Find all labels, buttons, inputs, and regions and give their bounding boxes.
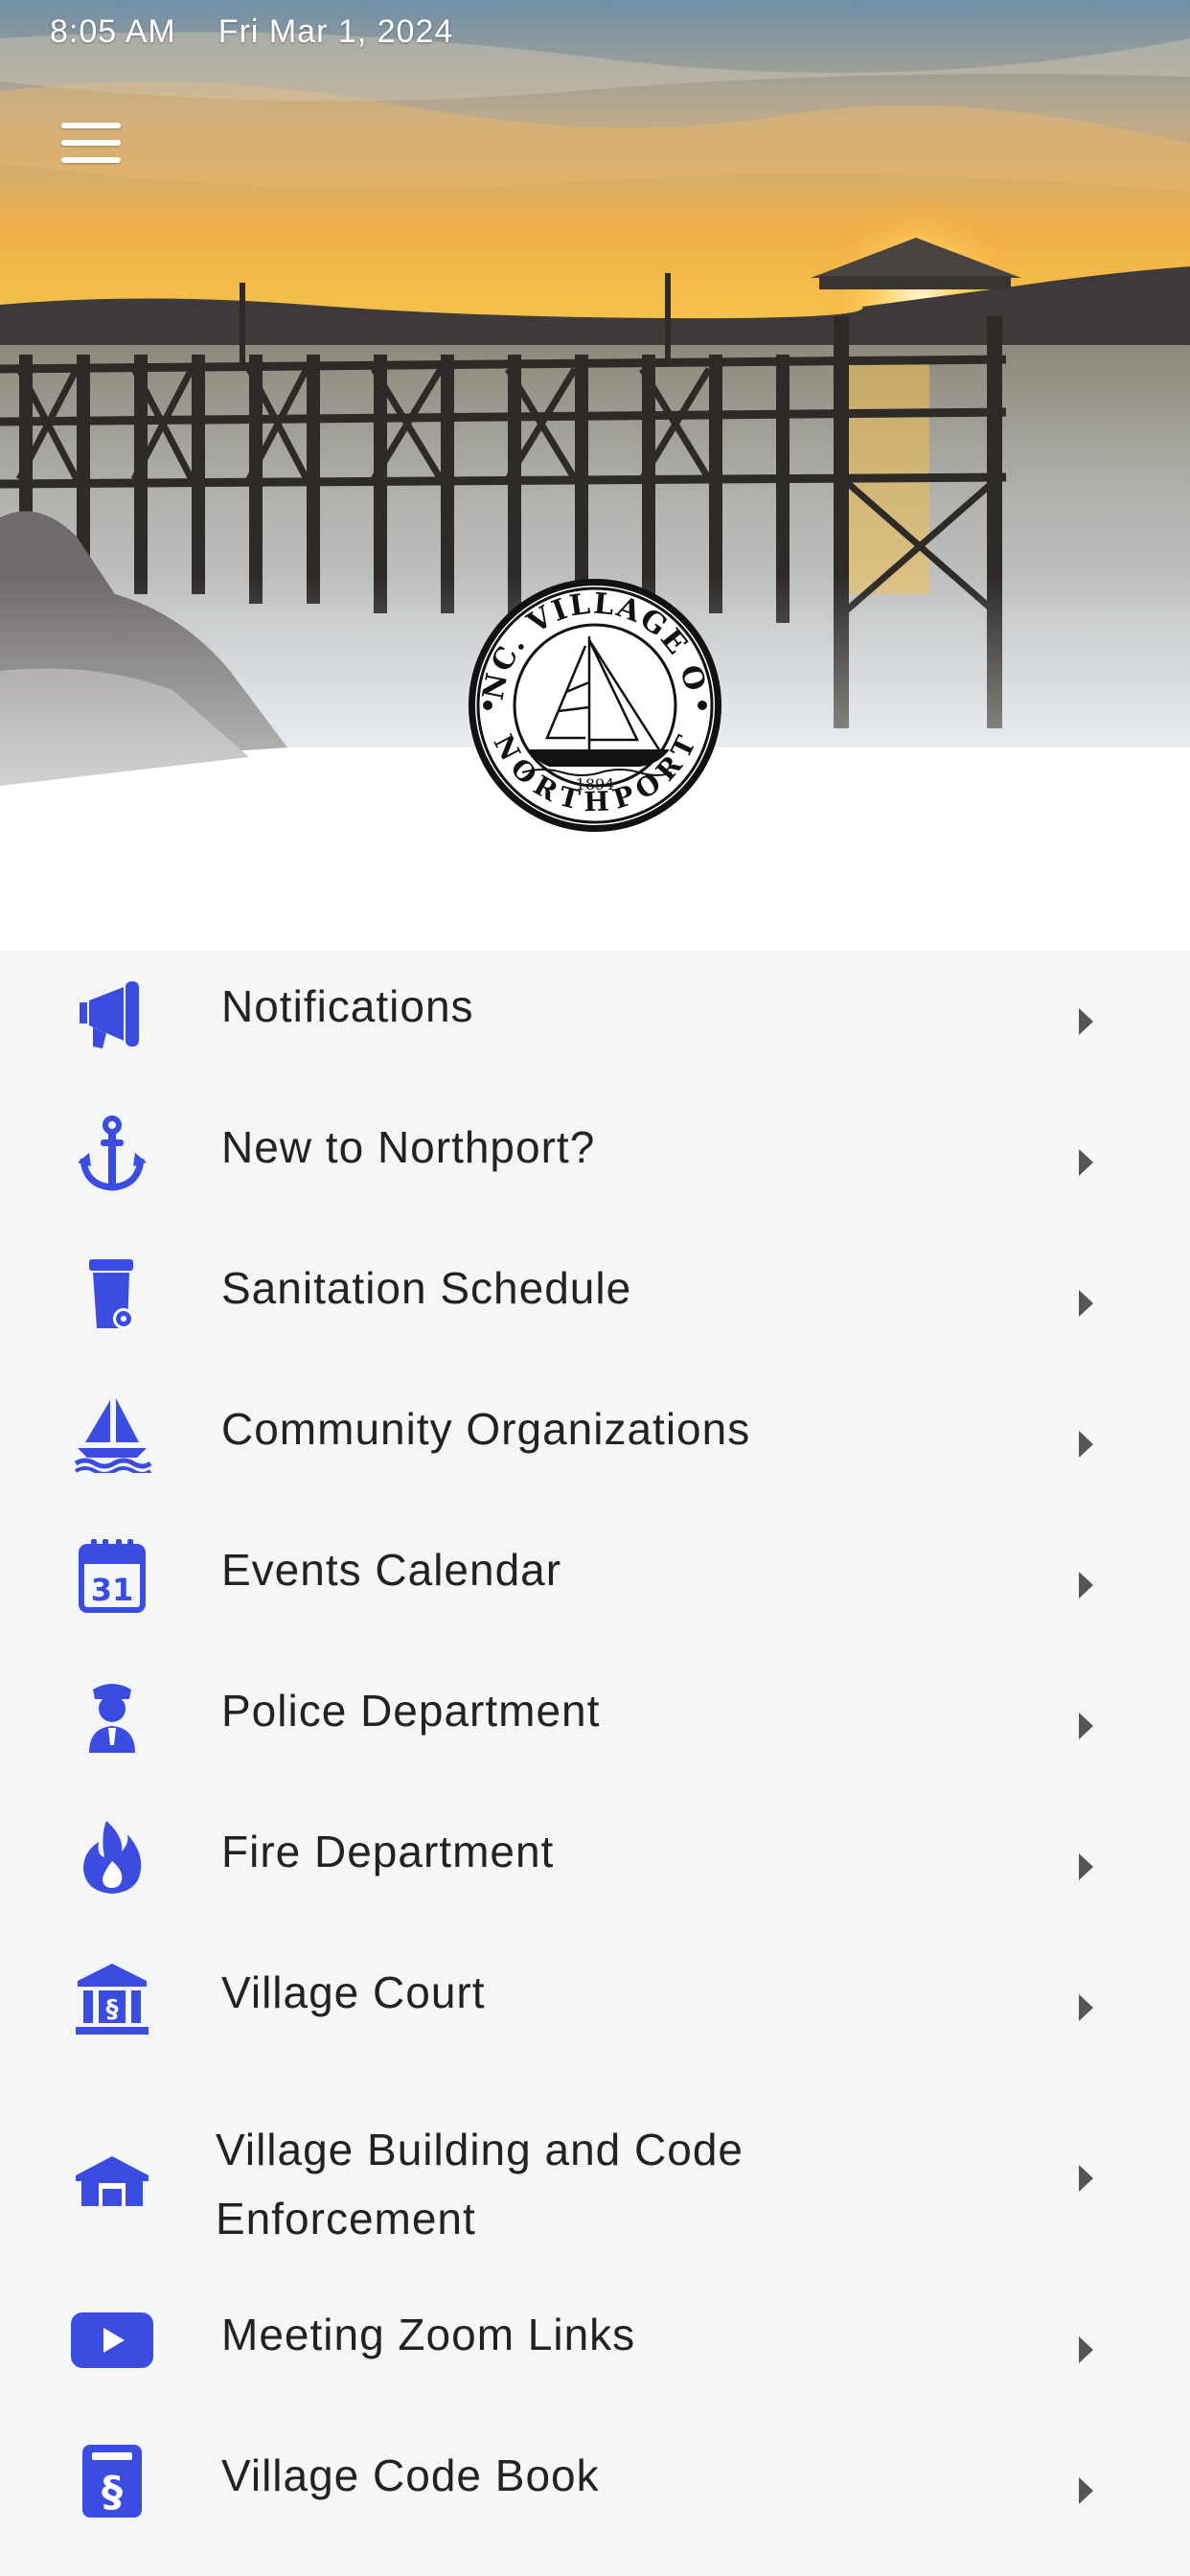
menu-line xyxy=(61,157,121,163)
courthouse-icon: § xyxy=(69,1955,155,2041)
svg-text:1894: 1894 xyxy=(576,775,615,794)
menu-item-label: Community Organizations xyxy=(221,1403,751,1454)
village-seal-logo: INC. VILLAGE OF NORTHPORT 1894 xyxy=(467,577,721,832)
menu-item-label: Village Code Book xyxy=(221,2450,600,2500)
header-banner: 8:05 AM Fri Mar 1, 2024 INC. VILLAGE OF … xyxy=(0,0,1190,951)
menu-item-label: Sanitation Schedule xyxy=(221,1262,632,1313)
chevron-right-icon xyxy=(1079,1571,1093,1598)
menu-item-community-organizations[interactable]: Community Organizations xyxy=(0,1373,1190,1514)
chevron-right-icon xyxy=(1079,1712,1093,1739)
chevron-right-icon xyxy=(1079,2476,1093,2504)
svg-text:§: § xyxy=(106,1995,119,2024)
svg-text:31: 31 xyxy=(91,1572,134,1608)
menu-item-label: Fire Department xyxy=(221,1826,555,1876)
menu-item-new-to-northport[interactable]: New to Northport? xyxy=(0,1092,1190,1232)
status-date: Fri Mar 1, 2024 xyxy=(217,13,454,50)
trash-bin-icon xyxy=(69,1251,155,1337)
menu-item-village-code-book[interactable]: § Village Code Book xyxy=(0,2420,1190,2561)
code-book-icon: § xyxy=(69,2438,155,2524)
megaphone-icon xyxy=(69,969,155,1055)
menu-line xyxy=(61,140,121,146)
chevron-right-icon xyxy=(1079,1007,1093,1035)
building-icon xyxy=(69,2138,155,2224)
menu-item-label: Village Court xyxy=(221,1966,486,2017)
menu-item-label: Meeting Zoom Links xyxy=(221,2309,636,2359)
menu-item-label: Notifications xyxy=(221,980,474,1031)
menu-item-label: Village Building and Code Enforcement xyxy=(216,2125,744,2243)
hamburger-icon[interactable] xyxy=(54,117,130,174)
chevron-right-icon xyxy=(1079,1993,1093,2021)
menu-item-label: Police Department xyxy=(221,1685,601,1736)
svg-text:§: § xyxy=(102,2468,123,2517)
chevron-right-icon xyxy=(1079,1852,1093,1880)
menu-item-village-court[interactable]: § Village Court xyxy=(0,1937,1190,2078)
status-bar: 8:05 AM Fri Mar 1, 2024 xyxy=(50,13,453,51)
menu-item-police-department[interactable]: Police Department xyxy=(0,1655,1190,1796)
menu-item-label: Events Calendar xyxy=(221,1544,562,1595)
menu-item-events-calendar[interactable]: 31 Events Calendar xyxy=(0,1514,1190,1655)
police-officer-icon xyxy=(69,1673,155,1760)
chevron-right-icon xyxy=(1079,2335,1093,2363)
menu-item-fire-department[interactable]: Fire Department xyxy=(0,1796,1190,1937)
video-play-icon xyxy=(69,2297,155,2383)
menu-item-label: New to Northport? xyxy=(221,1121,596,1172)
anchor-icon xyxy=(69,1110,155,1196)
menu-item-notifications[interactable]: Notifications xyxy=(0,951,1190,1092)
menu-item-village-building-code-enforcement[interactable]: Village Building and Code Enforcement xyxy=(0,2078,1190,2279)
status-time: 8:05 AM xyxy=(50,13,176,50)
menu-line xyxy=(61,123,121,128)
menu-item-meeting-zoom-links[interactable]: Meeting Zoom Links xyxy=(0,2279,1190,2420)
chevron-right-icon xyxy=(1079,1289,1093,1317)
chevron-right-icon xyxy=(1079,2165,1093,2192)
chevron-right-icon xyxy=(1079,1148,1093,1176)
calendar-icon: 31 xyxy=(69,1532,155,1619)
fire-icon xyxy=(69,1814,155,1900)
menu-item-sanitation-schedule[interactable]: Sanitation Schedule xyxy=(0,1232,1190,1373)
sailboat-icon xyxy=(69,1392,155,1478)
chevron-right-icon xyxy=(1079,1430,1093,1458)
main-menu: Notifications New to Northport? Sanitati… xyxy=(0,951,1190,2561)
